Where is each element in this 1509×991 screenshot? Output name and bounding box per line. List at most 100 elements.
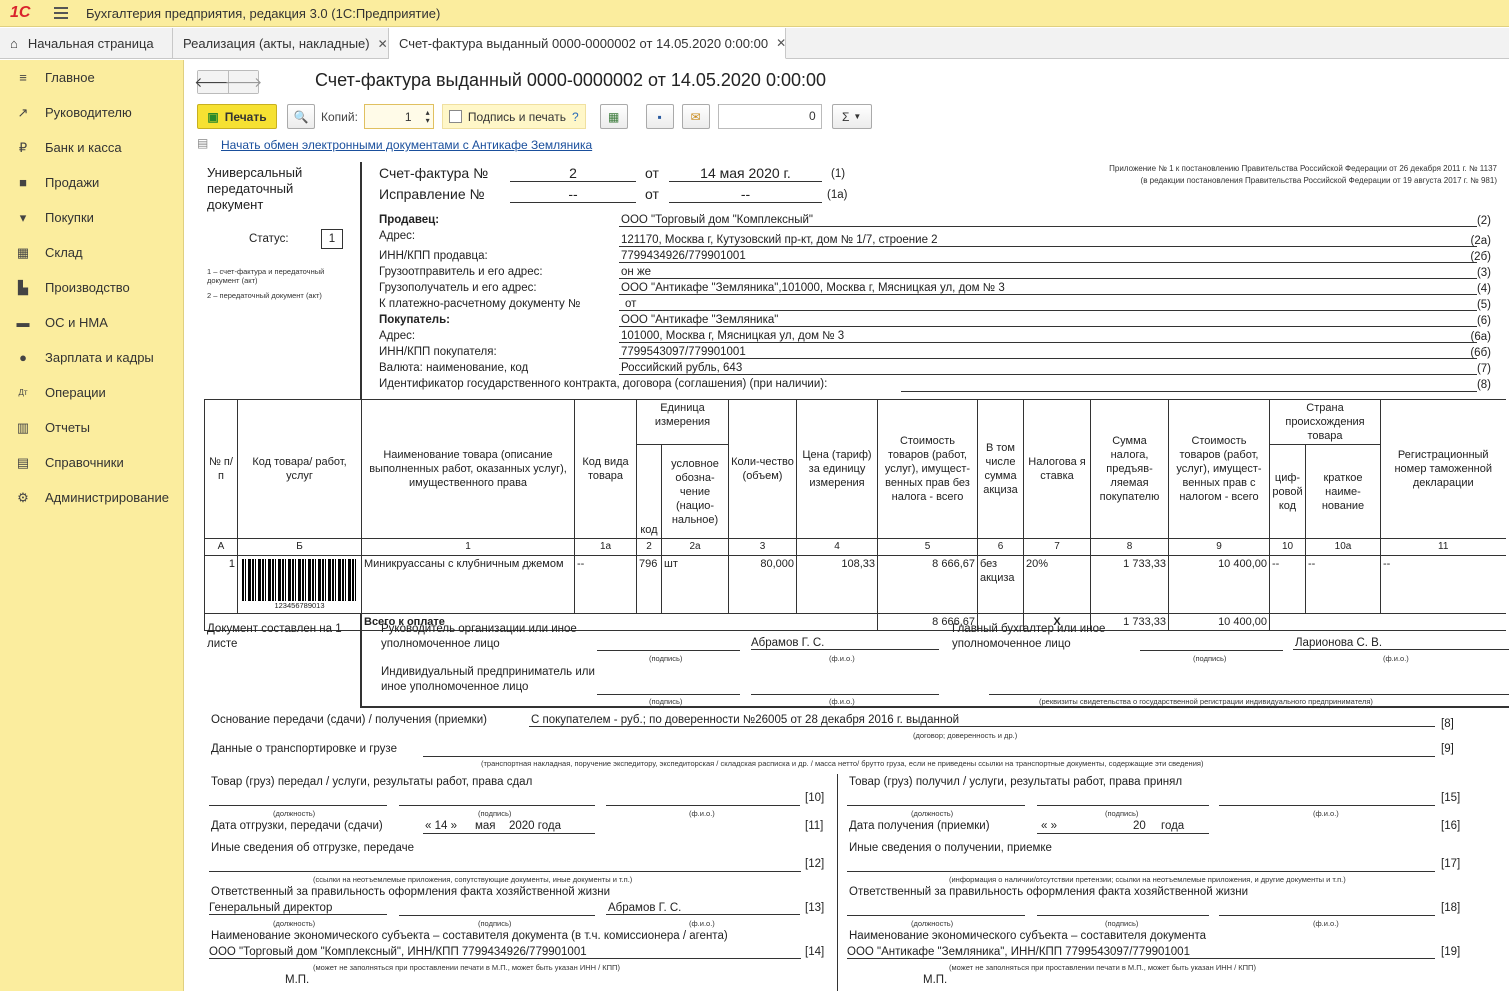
row-kind: -- [574, 555, 637, 614]
seller-address-label: Адрес: [379, 230, 416, 242]
sum-button[interactable]: Σ ▼ [831, 104, 872, 129]
code-3: (3) [1476, 267, 1491, 279]
handed-label: Товар (груз) передал / услуги, результат… [211, 776, 533, 788]
copies-input[interactable]: 1 ▴ ▾ [363, 104, 434, 129]
sign-print-checkbox[interactable] [448, 110, 462, 123]
code-18: [18] [1441, 902, 1461, 914]
col-name: Наименование товара (описание выполненны… [361, 399, 575, 539]
sign-print-toggle[interactable]: Подпись и печать ? [441, 104, 586, 129]
sidebar-item-sales[interactable]: ■ Продажи [0, 165, 183, 200]
person-icon: ● [19, 349, 27, 365]
envelope-icon: ✉ [690, 109, 701, 124]
sum-icon: Σ [841, 109, 850, 124]
col-kind: Код вида товара [574, 399, 637, 539]
tab-sales[interactable]: Реализация (акты, накладные) ✕ [173, 28, 389, 59]
code-12: [12] [805, 858, 825, 870]
buyer-inn-value: 7799543097/779901001 [619, 346, 1477, 359]
col-index: 4 [796, 538, 878, 556]
email-button[interactable]: ✉ [681, 104, 710, 129]
magnifier-icon: 🔍 [293, 109, 309, 124]
sidebar-item-reports[interactable]: ▥ Отчеты [0, 410, 183, 445]
preview-button[interactable]: 🔍 [287, 104, 315, 129]
hint-fio: (ф.и.о.) [829, 654, 855, 663]
nav-buttons: 🡐 🡒 [194, 70, 262, 94]
sum-field[interactable]: 0 [717, 104, 822, 129]
save-button[interactable]: ▪ [645, 104, 674, 129]
close-icon[interactable]: ✕ [378, 37, 388, 51]
ship-date-label: Дата отгрузки, передачи (сдачи) [211, 820, 383, 832]
sidebar-item-main[interactable]: ≡ Главное [0, 60, 183, 95]
tab-home[interactable]: ⌂ Начальная страница [0, 28, 173, 59]
head-name: Абрамов Г. С. [751, 637, 939, 650]
sign-bottom-border [360, 706, 1509, 708]
hint-ip-requisites: (реквизиты свидетельства о государственн… [1039, 697, 1373, 706]
ip-name [751, 681, 939, 695]
help-icon[interactable]: ? [572, 110, 579, 124]
contract-id-label: Идентификатор государственного контракта… [379, 378, 828, 390]
sidebar-item-manager[interactable]: ↗ Руководителю [0, 95, 183, 130]
col-tax: Сумма налога, предъяв-ляемая покупателю [1090, 399, 1169, 539]
code-6: (6) [1476, 315, 1491, 327]
col-unit-code: код [636, 444, 662, 539]
hint-fio: (ф.и.о.) [1313, 919, 1339, 928]
status-note-2: 2 – передаточный документ (акт) [207, 291, 322, 300]
code-19: [19] [1441, 946, 1461, 958]
appendix-line-2: (в редакции постановления Правительства … [1140, 176, 1497, 185]
table-row: 1 123456789013 Миникруассаны с клубничны… [204, 555, 1506, 614]
edo-icon: ▤ [197, 136, 209, 150]
correction-number: -- [510, 186, 636, 203]
barcode-image [241, 559, 358, 601]
right-resp-name [1219, 902, 1435, 916]
forward-arrow-icon[interactable]: 🡒 [225, 71, 262, 93]
sidebar-item-purchases[interactable]: ▾ Покупки [0, 200, 183, 235]
spin-icon[interactable]: ▴ ▾ [426, 108, 430, 125]
col-index: 10 [1269, 538, 1306, 556]
transport-hint: (транспортная накладная, поручение экспе… [481, 759, 1204, 768]
hint-signature: (подпись) [649, 654, 683, 663]
right-stamp: М.П. [923, 974, 948, 986]
row-total: 10 400,00 [1168, 555, 1270, 614]
hint-fio: (ф.и.о.) [689, 919, 715, 928]
main-menu-icon[interactable] [54, 7, 68, 19]
sidebar-item-label: Главное [45, 70, 95, 85]
edo-link[interactable]: Начать обмен электронными документами с … [221, 138, 592, 152]
sidebar-item-admin[interactable]: ⚙ Администрирование [0, 480, 183, 515]
sidebar-item-bank[interactable]: ₽ Банк и касса [0, 130, 183, 165]
code-15: [15] [1441, 792, 1461, 804]
settings-button[interactable]: ▦ [599, 104, 628, 129]
code-11: [11] [805, 820, 824, 832]
accountant-label: Главный бухгалтер или иное уполномоченно… [952, 623, 1106, 650]
sidebar-item-catalogs[interactable]: ▤ Справочники [0, 445, 183, 480]
sidebar-item-label: Банк и касса [45, 140, 122, 155]
sidebar-item-salary[interactable]: ● Зарплата и кадры [0, 340, 183, 375]
tab-label: Реализация (акты, накладные) [183, 36, 370, 51]
close-icon[interactable]: ✕ [776, 36, 786, 50]
coin-icon: ₽ [18, 139, 28, 155]
code-1a: (1а) [827, 189, 848, 201]
sidebar-item-warehouse[interactable]: ▦ Склад [0, 235, 183, 270]
tab-label: Счет-фактура выданный 0000-0000002 от 14… [399, 35, 769, 51]
upd-title: Универсальный передаточный документ [207, 165, 303, 212]
sidebar-item-production[interactable]: ▙ Производство [0, 270, 183, 305]
invoice-number: 2 [510, 165, 636, 182]
invoice-number-label: Счет-фактура № [379, 165, 489, 181]
col-index: 9 [1168, 538, 1270, 556]
tab-invoice[interactable]: Счет-фактура выданный 0000-0000002 от 14… [389, 28, 786, 59]
col-index: 1а [574, 538, 637, 556]
left-resp-label: Ответственный за правильность оформления… [211, 886, 611, 898]
currency-value: Российский рубль, 643 [619, 362, 1477, 375]
sidebar-item-label: Зарплата и кадры [45, 350, 154, 365]
print-button[interactable]: ▣ Печать [197, 104, 277, 129]
back-arrow-icon[interactable]: 🡐 [194, 71, 232, 93]
accountant-signature [1140, 637, 1283, 651]
seller-address-value: 121170, Москва г, Кутузовский пр-кт, дом… [619, 234, 1477, 247]
sidebar-item-assets[interactable]: ▬ ОС и НМА [0, 305, 183, 340]
sidebar-item-label: Руководителю [45, 105, 132, 120]
col-qty: Коли-чество (объем) [728, 399, 797, 539]
col-index: 6 [977, 538, 1024, 556]
sidebar-item-operations[interactable]: Дт Операции [0, 375, 183, 410]
left-resp-position: Генеральный директор [209, 902, 387, 915]
row-qty: 80,000 [728, 555, 797, 614]
received-signature [1037, 792, 1209, 806]
code-2a: (2а) [1470, 235, 1491, 247]
